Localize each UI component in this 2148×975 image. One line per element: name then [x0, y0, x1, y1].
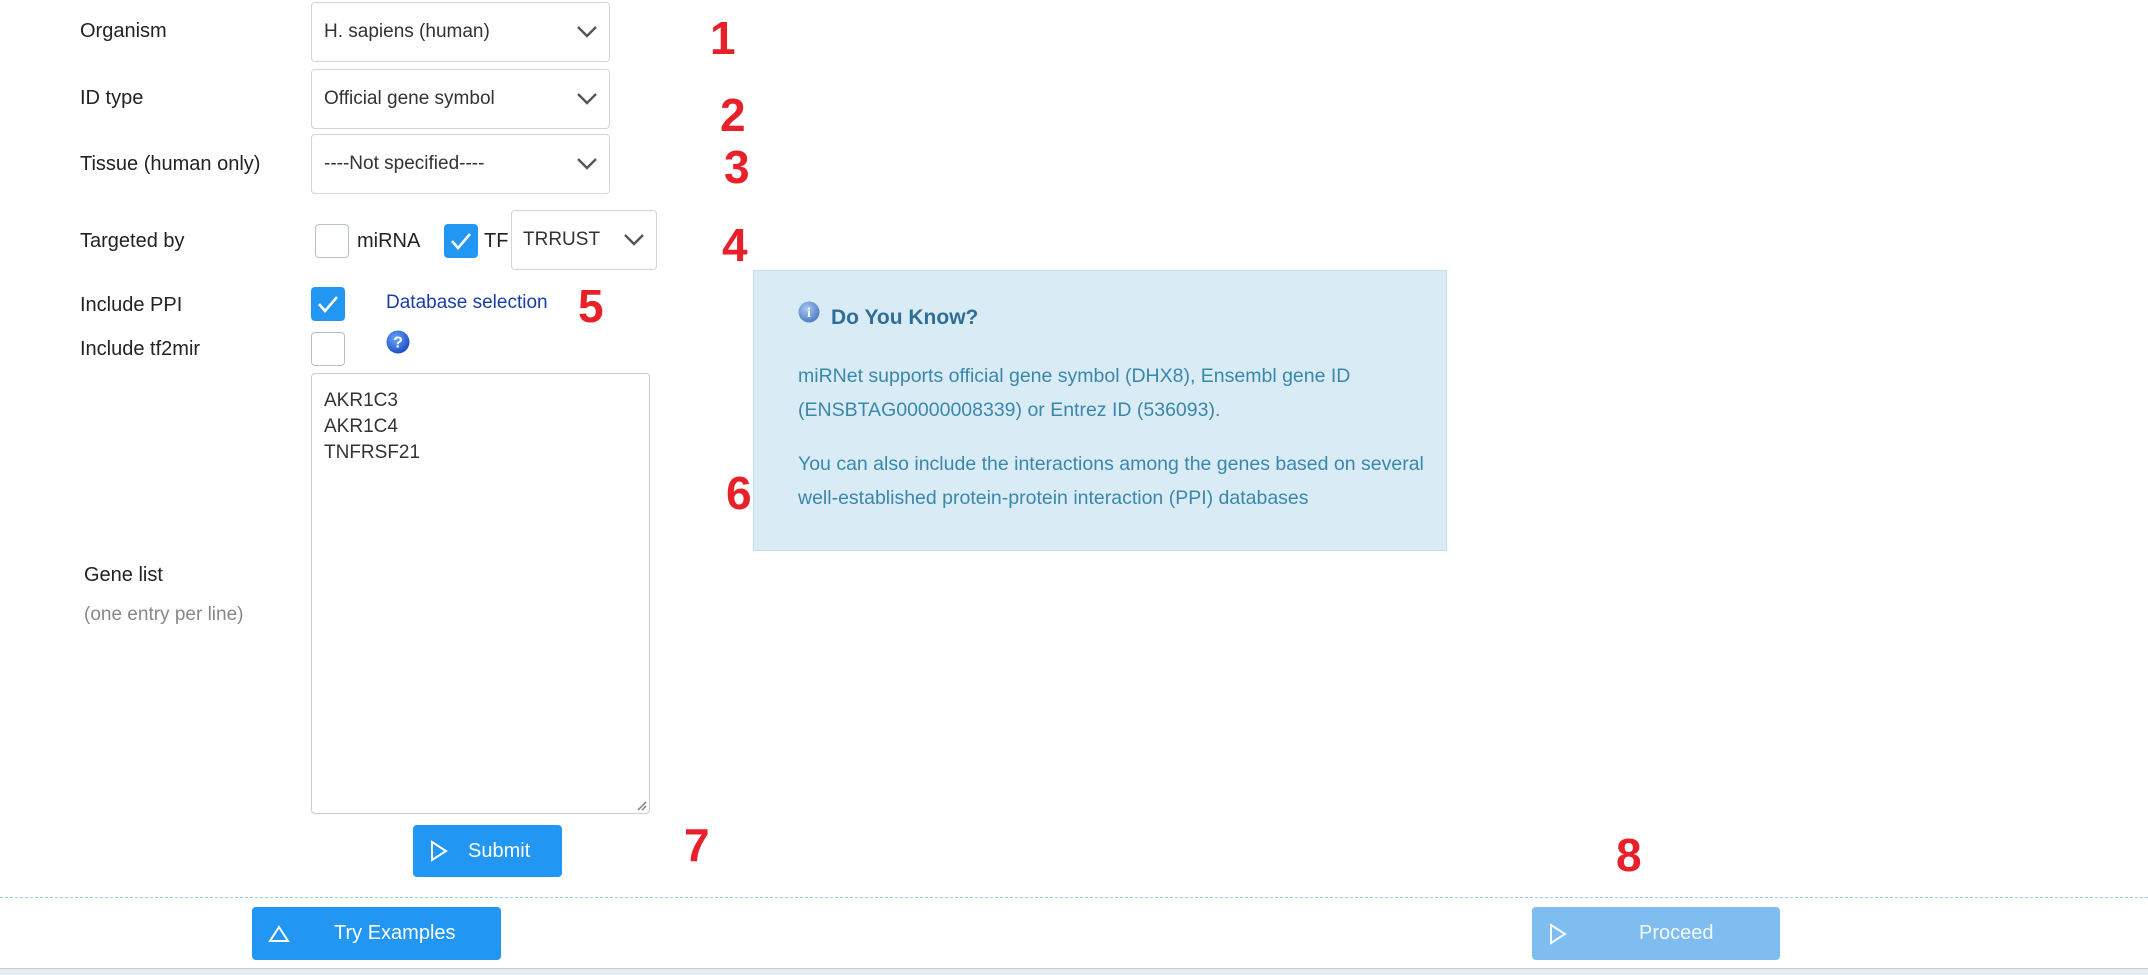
gene-list-line: AKR1C4 — [324, 416, 398, 437]
gene-list-textarea[interactable]: AKR1C3 AKR1C4 TNFRSF21 — [311, 373, 650, 814]
tf-database-value: TRRUST — [523, 229, 601, 250]
play-icon — [1550, 922, 1567, 945]
tissue-value: ----Not specified---- — [324, 153, 485, 174]
chevron-down-icon — [612, 211, 656, 269]
help-icon[interactable]: ? — [386, 330, 410, 354]
gene-list-line: AKR1C3 — [324, 390, 398, 411]
chevron-down-icon — [565, 70, 609, 128]
include-tf2mir-checkbox[interactable] — [311, 332, 345, 366]
gene-list-hint: (one entry per line) — [84, 604, 244, 625]
info-icon: i — [798, 301, 820, 323]
annotation-marker-3: 3 — [724, 141, 750, 193]
include-tf2mir-label: Include tf2mir — [80, 338, 201, 360]
annotation-marker-8: 8 — [1616, 829, 1642, 881]
targeted-by-label: Targeted by — [80, 230, 185, 252]
id-type-label: ID type — [80, 87, 144, 109]
gene-list-label: Gene list — [84, 564, 163, 586]
try-examples-button[interactable]: Try Examples — [252, 907, 501, 960]
annotation-marker-4: 4 — [722, 219, 748, 271]
annotation-marker-1: 1 — [710, 12, 736, 64]
annotation-marker-2: 2 — [720, 89, 746, 141]
info-paragraph-1: miRNet supports official gene symbol (DH… — [798, 365, 1351, 421]
svg-text:?: ? — [393, 335, 403, 352]
include-ppi-label: Include PPI — [80, 294, 183, 316]
checkmark-icon — [451, 233, 471, 250]
tf-label: TF — [484, 230, 509, 252]
svg-text:i: i — [807, 306, 811, 321]
submit-label: Submit — [468, 839, 531, 862]
tissue-select[interactable]: ----Not specified---- — [311, 134, 610, 194]
tf-database-select[interactable]: TRRUST — [511, 210, 657, 270]
annotation-marker-7: 7 — [684, 819, 710, 871]
chevron-down-icon — [565, 3, 609, 61]
mirna-label: miRNA — [357, 230, 421, 252]
mirna-checkbox[interactable] — [315, 224, 349, 258]
organism-select[interactable]: H. sapiens (human) — [311, 2, 610, 62]
tissue-label: Tissue (human only) — [80, 153, 261, 175]
do-you-know-panel: i Do You Know? miRNet supports official … — [753, 270, 1447, 551]
footer-divider — [0, 897, 2148, 898]
tf-checkbox[interactable] — [444, 224, 478, 258]
info-title: Do You Know? — [831, 306, 979, 329]
id-type-value: Official gene symbol — [324, 88, 495, 109]
proceed-button[interactable]: Proceed — [1532, 907, 1780, 960]
resize-handle-icon[interactable] — [635, 799, 647, 811]
chevron-down-icon — [565, 135, 609, 193]
submit-button[interactable]: Submit — [413, 825, 562, 877]
annotation-marker-5: 5 — [578, 280, 604, 332]
id-type-select[interactable]: Official gene symbol — [311, 69, 610, 129]
annotation-marker-6: 6 — [726, 467, 752, 519]
info-paragraph-2: You can also include the interactions am… — [798, 453, 1424, 509]
checkmark-icon — [318, 296, 338, 313]
try-examples-label: Try Examples — [334, 922, 456, 944]
triangle-up-icon — [268, 924, 290, 942]
include-ppi-checkbox[interactable] — [311, 287, 345, 321]
organism-label: Organism — [80, 20, 167, 42]
gene-list-line: TNFRSF21 — [324, 442, 421, 463]
organism-value: H. sapiens (human) — [324, 21, 490, 42]
database-selection-link[interactable]: Database selection — [386, 292, 548, 314]
proceed-label: Proceed — [1639, 922, 1714, 944]
play-icon — [431, 840, 448, 862]
